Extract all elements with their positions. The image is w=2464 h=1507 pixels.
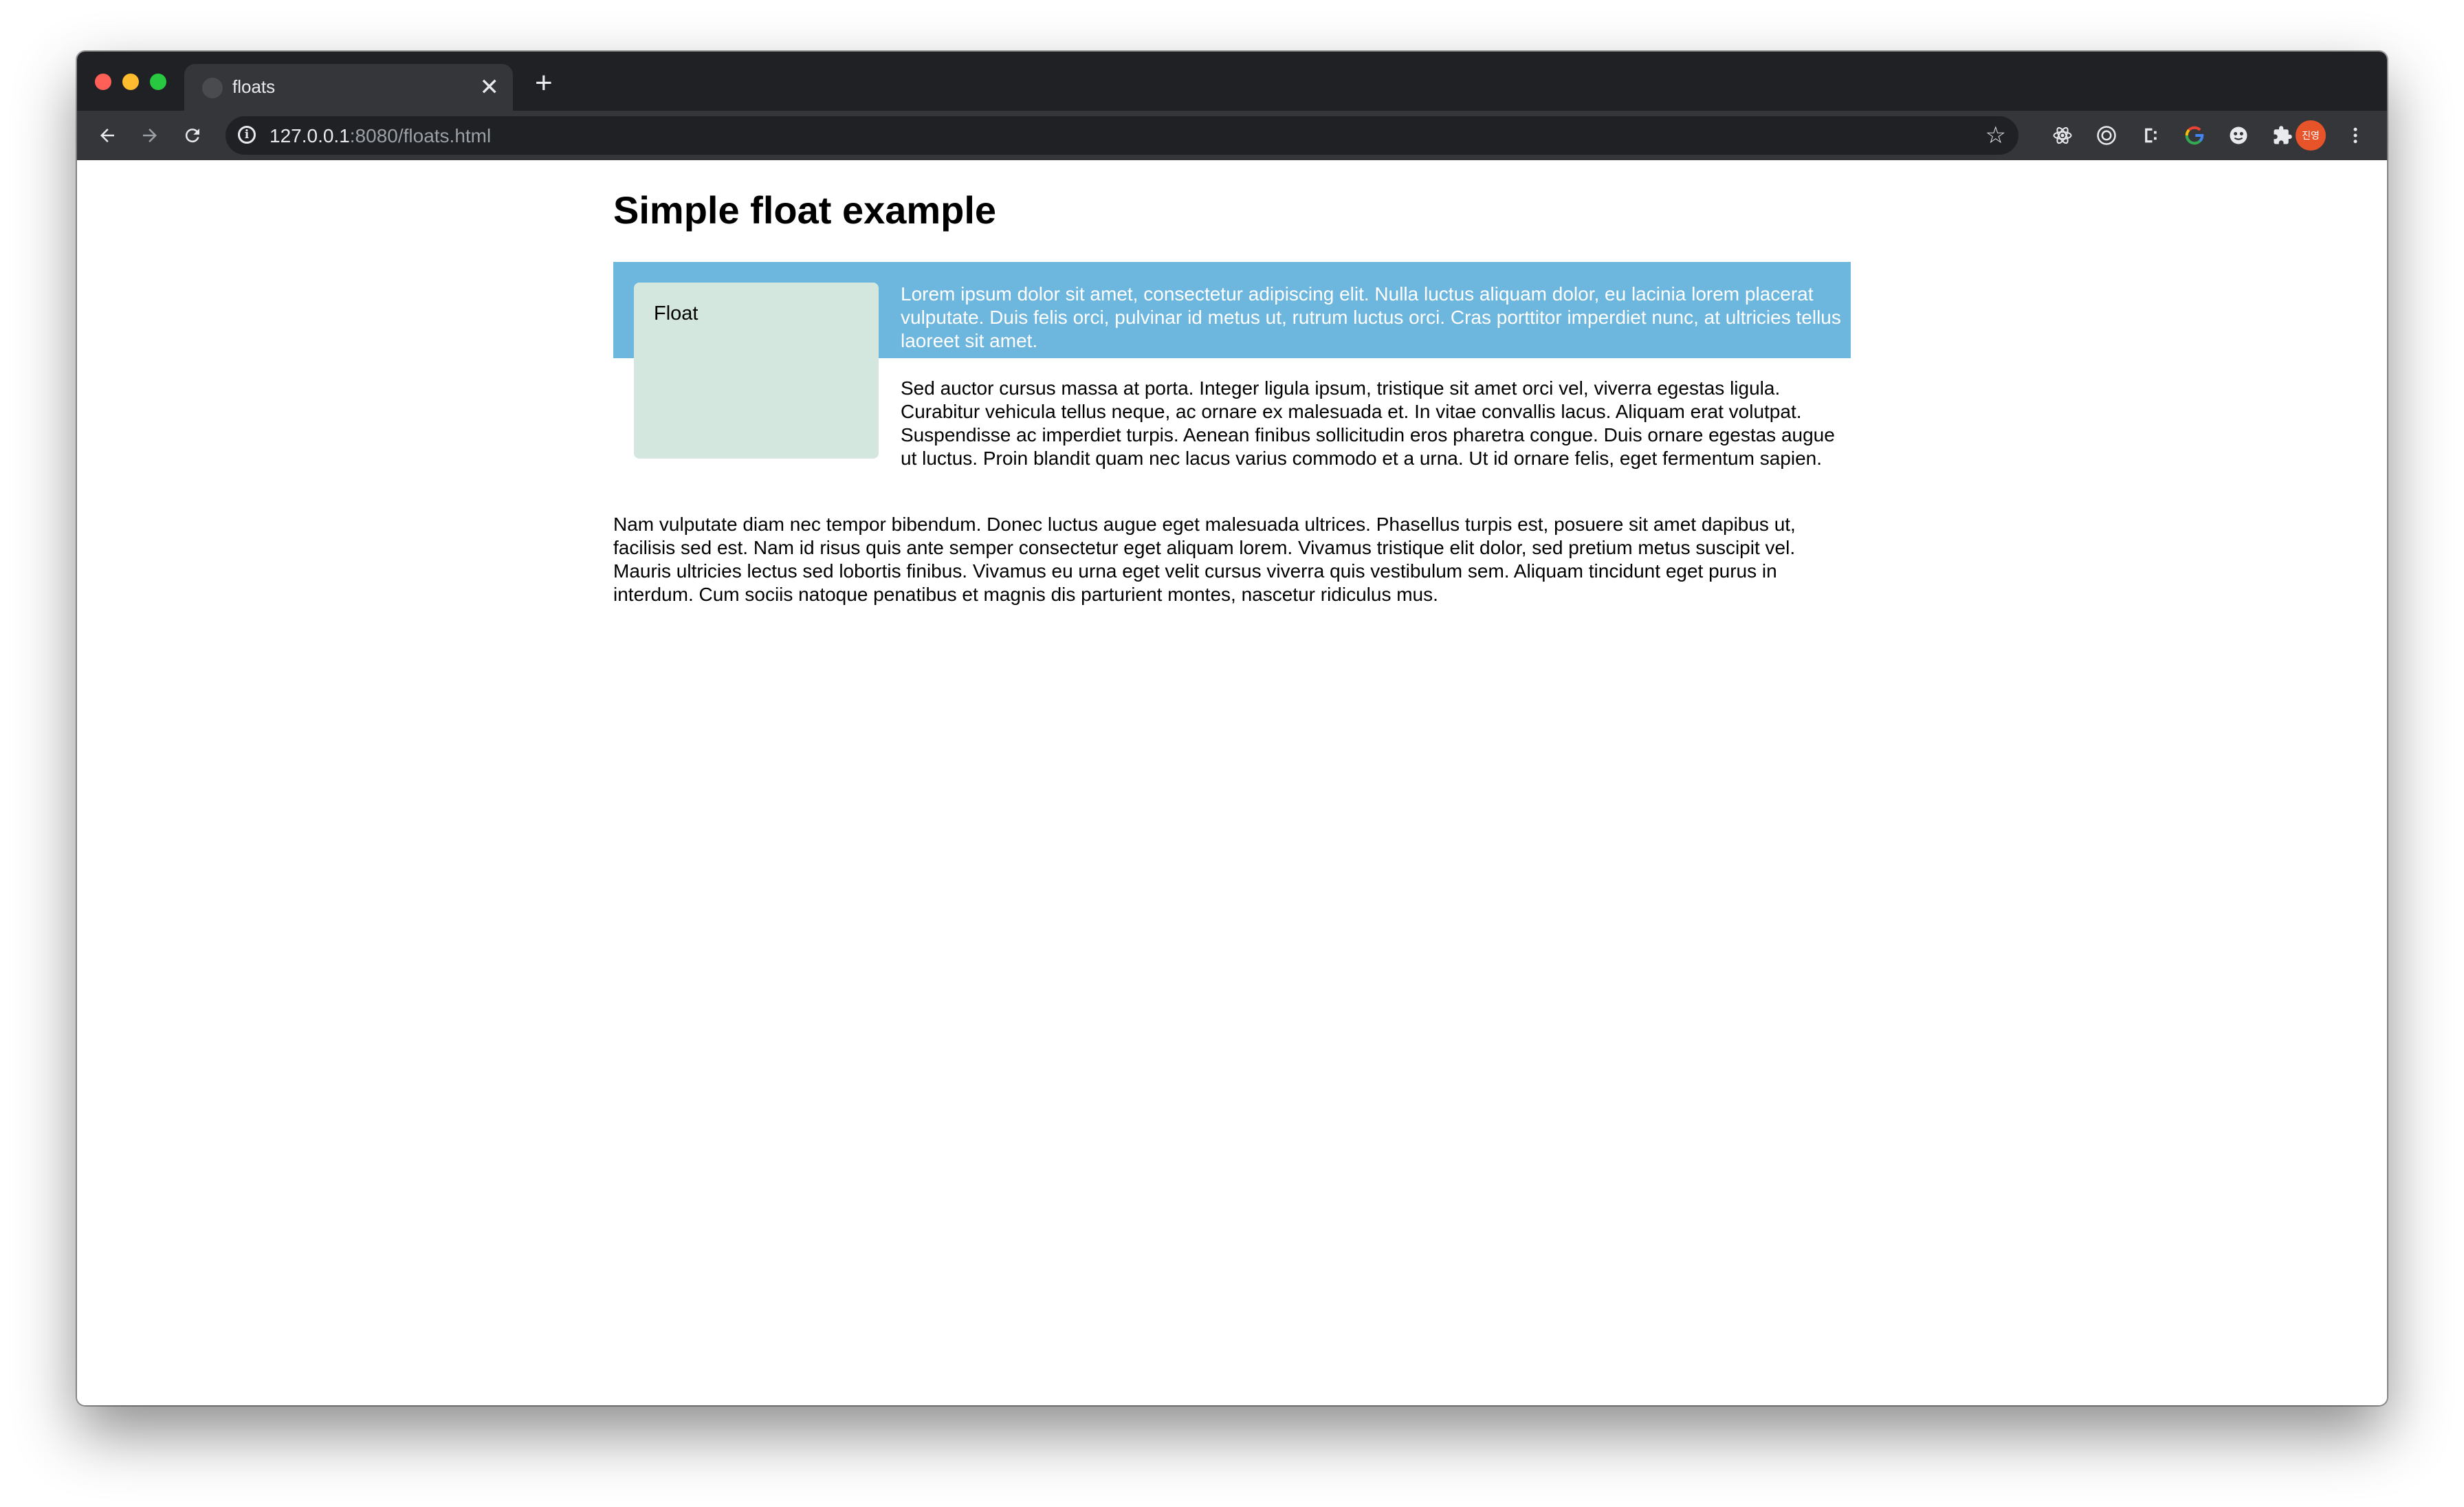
tab-floats[interactable]: floats ✕ bbox=[184, 64, 513, 111]
float-label: Float bbox=[654, 302, 698, 324]
css-icon[interactable] bbox=[2135, 120, 2166, 151]
paragraph-2: Sed auctor cursus massa at porta. Intege… bbox=[901, 377, 1835, 469]
face-icon[interactable] bbox=[2223, 120, 2254, 151]
target-icon[interactable] bbox=[2091, 120, 2122, 151]
reload-button[interactable] bbox=[175, 118, 210, 153]
page-content: Simple float example Float Lorem ipsum d… bbox=[77, 160, 2387, 1405]
globe-icon bbox=[202, 78, 223, 98]
url-host: 127.0.0.1 bbox=[270, 125, 350, 146]
browser-toolbar: i 127.0.0.1:8080/floats.html ☆ 진영 bbox=[77, 111, 2387, 160]
float-box: Float bbox=[634, 283, 879, 459]
puzzle-icon[interactable] bbox=[2267, 120, 2298, 151]
bookmark-star-icon[interactable]: ☆ bbox=[1986, 122, 2006, 149]
url-text: 127.0.0.1:8080/floats.html bbox=[270, 125, 491, 147]
browser-window: floats ✕ + i 127.0.0.1:8080/floats.html … bbox=[77, 52, 2387, 1405]
page-title: Simple float example bbox=[613, 188, 997, 232]
tab-title: floats bbox=[232, 76, 276, 97]
info-icon[interactable]: i bbox=[238, 126, 256, 144]
new-tab-button[interactable]: + bbox=[535, 67, 553, 100]
minimize-window-button[interactable] bbox=[122, 74, 139, 90]
reload-icon bbox=[185, 129, 199, 143]
title-bar: floats ✕ + bbox=[77, 52, 2387, 111]
paragraph-3: Nam vulputate diam nec tempor bibendum. … bbox=[613, 514, 1796, 605]
arrow-right-icon bbox=[143, 129, 157, 142]
more-menu-icon[interactable] bbox=[2340, 120, 2370, 151]
back-button[interactable] bbox=[89, 118, 125, 153]
close-tab-icon[interactable]: ✕ bbox=[480, 74, 500, 101]
react-icon[interactable] bbox=[2047, 120, 2078, 151]
arrow-left-icon bbox=[100, 129, 114, 142]
maximize-window-button[interactable] bbox=[150, 74, 166, 90]
close-window-button[interactable] bbox=[95, 74, 111, 90]
google-icon[interactable] bbox=[2179, 120, 2210, 151]
address-bar[interactable]: i 127.0.0.1:8080/floats.html ☆ bbox=[226, 116, 2018, 155]
avatar[interactable]: 진영 bbox=[2296, 120, 2326, 151]
url-path: :8080/floats.html bbox=[349, 125, 492, 146]
paragraph-1: Lorem ipsum dolor sit amet, consectetur … bbox=[901, 283, 1841, 351]
forward-button[interactable] bbox=[132, 118, 168, 153]
